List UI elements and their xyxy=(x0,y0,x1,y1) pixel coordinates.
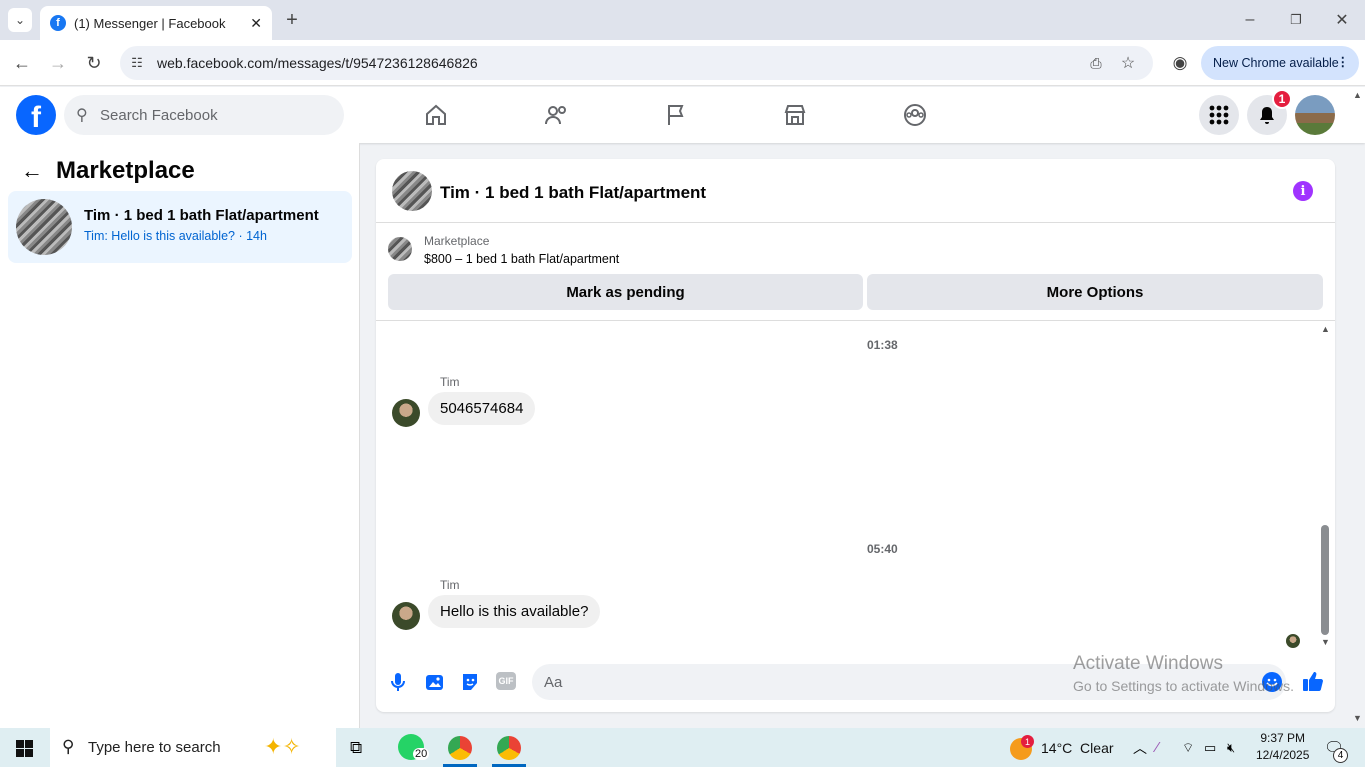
message-input-placeholder: Aa xyxy=(544,673,563,691)
clock-time: 9:37 PM xyxy=(1260,731,1306,745)
url-text: web.facebook.com/messages/t/954723612864… xyxy=(157,55,478,71)
forward-icon[interactable]: → xyxy=(46,51,70,75)
listing-description[interactable]: $800 – 1 bed 1 bath Flat/apartment xyxy=(424,252,619,266)
activate-windows-watermark: Activate Windows Go to Settings to activ… xyxy=(1073,653,1294,694)
scrollbar-thumb[interactable] xyxy=(1321,525,1329,635)
battery-icon[interactable]: ▭ xyxy=(1204,740,1216,756)
address-bar[interactable]: ☷ web.facebook.com/messages/t/9547236128… xyxy=(120,46,1153,80)
listing-mini-thumbnail xyxy=(388,237,412,261)
message-bubble[interactable]: 5046574684 xyxy=(428,392,536,425)
sidebar-title: Marketplace xyxy=(56,157,195,184)
windows-taskbar: ⚲ Type here to search ✦✧ ⧉ 20 1 14°C Cle… xyxy=(0,728,1365,767)
marketplace-nav-icon[interactable] xyxy=(775,95,815,135)
listing-source: Marketplace xyxy=(424,234,490,248)
volume-muted-icon[interactable]: 🔇︎ xyxy=(1227,740,1235,756)
mark-as-pending-button[interactable]: Mark as pending xyxy=(388,274,863,310)
notification-center-count: 4 xyxy=(1333,748,1348,763)
sticker-icon[interactable] xyxy=(460,672,480,697)
groups-nav-icon[interactable] xyxy=(895,95,935,135)
bookmark-star-icon[interactable]: ☆ xyxy=(1118,54,1138,72)
install-app-icon[interactable]: ⎙ xyxy=(1086,54,1106,72)
divider xyxy=(376,320,1335,321)
sender-avatar[interactable] xyxy=(392,602,420,630)
reload-icon[interactable]: ↻ xyxy=(82,51,106,75)
sender-avatar[interactable] xyxy=(392,399,420,427)
notification-count-badge: 1 xyxy=(1272,89,1292,109)
menu-grid-icon[interactable] xyxy=(1199,95,1239,135)
photo-attach-icon[interactable] xyxy=(425,672,445,697)
home-nav-icon[interactable] xyxy=(416,95,456,135)
show-hidden-icons-chevron-icon[interactable]: ︿ xyxy=(1133,738,1147,758)
message-sender: Tim xyxy=(440,375,460,389)
search-icon: ⚲ xyxy=(76,107,88,124)
weather-text[interactable]: 14°C Clear xyxy=(1041,740,1114,756)
info-icon[interactable]: i xyxy=(1293,181,1313,201)
facebook-logo-icon[interactable]: f xyxy=(16,95,56,135)
taskbar-search-icon: ⚲ xyxy=(62,737,75,756)
conversation-name: Tim · 1 bed 1 bath Flat/apartment xyxy=(84,207,319,224)
tab-search-button[interactable]: ⌄ xyxy=(8,8,32,32)
restore-icon[interactable]: ❐ xyxy=(1286,8,1306,32)
taskbar-search-placeholder: Type here to search xyxy=(88,739,221,756)
conversation-list-item[interactable]: Tim · 1 bed 1 bath Flat/apartment Tim: H… xyxy=(8,191,352,263)
minimize-icon[interactable]: – xyxy=(1240,8,1260,32)
conversation-preview: Tim: Hello is this available? · 14h xyxy=(84,229,267,243)
chrome-profile-icon[interactable] xyxy=(497,736,521,760)
tab-strip: ⌄ f (1) Messenger | Facebook ✕ + – ❐ ✕ xyxy=(0,0,1365,40)
facebook-header: f ⚲ Search Facebook 1 xyxy=(0,87,1365,143)
left-sidebar: ← Marketplace Tim · 1 bed 1 bath Flat/ap… xyxy=(0,143,360,728)
watermark-title: Activate Windows xyxy=(1073,653,1223,674)
facebook-favicon-icon: f xyxy=(50,15,66,31)
new-chrome-label: New Chrome available xyxy=(1213,56,1339,70)
page-scroll-down-icon[interactable]: ▼ xyxy=(1353,713,1362,723)
message-timestamp: 05:40 xyxy=(867,542,898,556)
weather-badge: 1 xyxy=(1021,735,1034,748)
browser-toolbar: ← → ↻ ☷ web.facebook.com/messages/t/9547… xyxy=(0,40,1365,86)
browser-tab[interactable]: f (1) Messenger | Facebook ✕ xyxy=(40,6,272,40)
chrome-menu-icon[interactable]: ⋮ xyxy=(1337,54,1350,69)
message-sender: Tim xyxy=(440,578,460,592)
pages-flag-nav-icon[interactable] xyxy=(656,95,696,135)
friends-nav-icon[interactable] xyxy=(536,95,576,135)
whatsapp-badge: 20 xyxy=(413,748,430,760)
search-placeholder: Search Facebook xyxy=(100,106,218,124)
facebook-search-input[interactable]: ⚲ Search Facebook xyxy=(64,95,344,135)
new-chrome-button[interactable]: New Chrome available ⋮ xyxy=(1201,46,1359,80)
chrome-icon[interactable] xyxy=(448,736,472,760)
clock-date: 12/4/2025 xyxy=(1256,748,1310,762)
message-bubble[interactable]: Hello is this available? xyxy=(428,595,601,628)
close-tab-icon[interactable]: ✕ xyxy=(250,15,262,32)
profile-avatar[interactable] xyxy=(1295,95,1335,135)
chat-header: Tim · 1 bed 1 bath Flat/apartment i xyxy=(376,159,1335,223)
watermark-subtitle: Go to Settings to activate Windows. xyxy=(1073,678,1294,694)
gif-icon[interactable]: GIF xyxy=(496,672,516,690)
chat-listing-thumbnail[interactable] xyxy=(392,171,432,211)
new-tab-icon[interactable]: + xyxy=(282,8,302,32)
scroll-down-icon[interactable]: ▼ xyxy=(1321,637,1330,647)
page-scroll-up-icon[interactable]: ▲ xyxy=(1353,90,1362,100)
site-info-icon[interactable]: ☷ xyxy=(128,54,146,72)
taskbar-search-box[interactable]: ⚲ Type here to search ✦✧ xyxy=(50,728,336,767)
windows-start-icon[interactable] xyxy=(16,740,33,762)
clock[interactable]: 9:37 PM 12/4/2025 xyxy=(1256,731,1309,762)
chat-title[interactable]: Tim · 1 bed 1 bath Flat/apartment xyxy=(440,183,706,203)
pen-icon[interactable]: ⁄ xyxy=(1156,739,1159,756)
back-arrow-icon[interactable]: ← xyxy=(20,158,44,183)
listing-thumbnail xyxy=(16,199,72,255)
copilot-sparkle-icon[interactable]: ✦✧ xyxy=(264,734,301,760)
seen-receipt-avatar xyxy=(1286,634,1300,648)
back-icon[interactable]: ← xyxy=(10,51,34,75)
chat-panel: Tim · 1 bed 1 bath Flat/apartment i Mark… xyxy=(376,159,1335,712)
close-window-icon[interactable]: ✕ xyxy=(1332,8,1352,32)
like-thumbs-up-icon[interactable] xyxy=(1302,670,1324,697)
more-options-button[interactable]: More Options xyxy=(867,274,1323,310)
task-view-icon[interactable]: ⧉ xyxy=(350,738,362,758)
scroll-up-icon[interactable]: ▲ xyxy=(1321,324,1330,334)
message-timestamp: 01:38 xyxy=(867,338,898,352)
network-icon[interactable]: ⌔ xyxy=(1182,740,1194,756)
profile-icon[interactable]: ◉ xyxy=(1168,51,1192,75)
microphone-icon[interactable] xyxy=(390,672,406,697)
tab-title: (1) Messenger | Facebook xyxy=(74,15,226,31)
